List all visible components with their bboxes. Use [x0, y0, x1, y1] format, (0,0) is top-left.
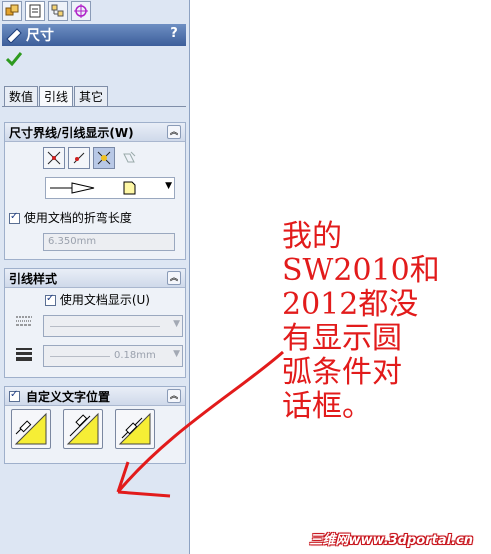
annotation-arrow	[116, 350, 284, 498]
watermark: 三维网www.3dportal.cn	[309, 533, 473, 548]
